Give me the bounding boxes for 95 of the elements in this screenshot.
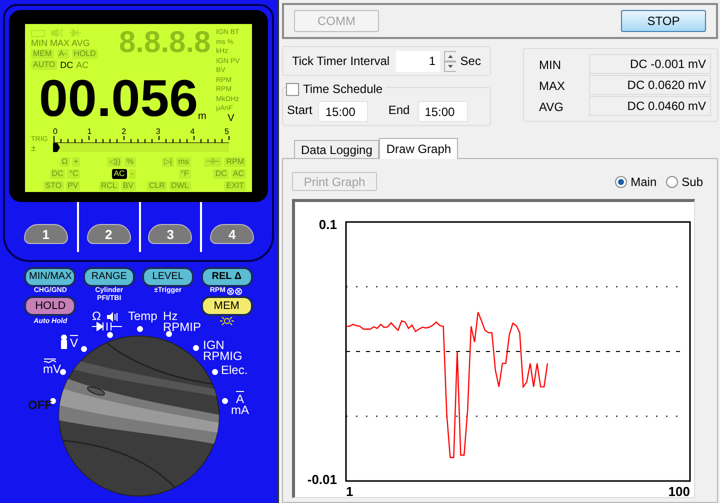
radio-label: Sub (682, 174, 703, 190)
start-time-field[interactable]: 15:00 (318, 101, 368, 122)
stat-value: DC -0.001 mV (589, 54, 711, 74)
lcd-segment: MEM (31, 49, 54, 59)
function-key[interactable]: MIN/MAX (24, 267, 76, 287)
function-key[interactable]: MEM (200, 296, 253, 316)
tab[interactable]: Draw Graph (379, 138, 458, 159)
unit-label: Sec (460, 53, 481, 70)
radio-button[interactable] (614, 176, 627, 188)
lcd-indicator: MIN MAX AVG (31, 38, 90, 48)
tab[interactable]: Data Logging (294, 140, 380, 158)
lcd-segment: ◁)) (107, 157, 122, 167)
plus-minus-label: ± (31, 144, 37, 153)
lcd-segment: RPM (224, 157, 246, 167)
scale-label: 4 (190, 128, 195, 136)
start-label: Start (287, 102, 312, 119)
dial-label: IGN (203, 340, 224, 351)
function-key[interactable]: RANGE (83, 267, 136, 287)
lcd-segment: PV (66, 181, 80, 191)
dial-label: Hz (163, 311, 178, 322)
spinner-buttons[interactable] (444, 50, 456, 72)
lcd-segment: BV (120, 181, 136, 191)
y-tick-label: -0.01 (307, 472, 337, 487)
dial-label: Temp (128, 311, 158, 322)
lcd-segment: AC (230, 169, 246, 179)
dial-label: RPMIP (163, 322, 202, 333)
ac-dc-icon (43, 358, 57, 364)
radio-label: Main (630, 174, 657, 190)
lcd-segment: - (128, 169, 136, 179)
lcd-segment: °F (178, 169, 191, 179)
lcd-indicator: DC (60, 60, 74, 70)
function-key[interactable]: LEVEL (142, 267, 194, 287)
timer-label: Tick Timer Interval (292, 53, 390, 70)
lcd-segment: ⊣⊢ (204, 157, 222, 167)
dial-label: V (70, 338, 78, 349)
lcd-segment: A- (56, 49, 69, 59)
scale-label: 0 (53, 128, 58, 136)
main-reading: 00.056 (39, 74, 198, 124)
lcd-segment: HOLD (72, 49, 98, 59)
probe-icon (60, 334, 68, 349)
x-tick-label: 100 (668, 484, 690, 499)
diode-icon (69, 28, 81, 36)
speaker-icon (106, 312, 118, 322)
lcd-indicator: AC (76, 60, 89, 70)
lcd-segment: °C (67, 169, 80, 179)
y-tick-label: 0.1 (318, 217, 337, 232)
lcd-segment: AUTO (31, 60, 58, 70)
dial-label: Ω (92, 311, 101, 322)
lcd-segment: DWL (168, 181, 191, 191)
stat-label: AVG (538, 99, 564, 116)
function-key[interactable]: HOLD (24, 296, 76, 316)
scale-label: 5 (224, 128, 229, 136)
scale-label: 1 (87, 128, 92, 136)
lcd-segment: + (72, 157, 80, 167)
schedule-label: Time Schedule (303, 81, 383, 98)
lcd-segment: EXIT (224, 181, 246, 191)
unit-prefix: m (198, 112, 206, 122)
secondary-digits: 8.8.8.8 (119, 28, 211, 60)
lcd-segment: ms (176, 157, 191, 167)
lcd-segment: CLR (146, 181, 167, 191)
end-time-field[interactable]: 15:00 (418, 101, 468, 122)
stat-value: DC 0.0620 mV (589, 75, 711, 95)
scale-label: 3 (156, 128, 160, 136)
dial-label: OFF (28, 400, 52, 411)
soft-key[interactable]: 1 (24, 224, 68, 244)
stat-label: MIN (538, 57, 562, 74)
lcd-segment: DC (213, 169, 229, 179)
radio-button[interactable] (666, 176, 678, 188)
soft-key[interactable]: 4 (210, 224, 254, 244)
lcd-segment: RCL (98, 181, 119, 191)
soft-key[interactable]: 3 (148, 224, 192, 244)
lcd-segment: DC (50, 169, 66, 179)
x-tick-label: 1 (346, 484, 354, 499)
scale-label: 2 (122, 128, 126, 136)
dial-label: mV (43, 364, 61, 375)
unit-label: V (228, 114, 234, 124)
lcd-segment: ▷| (162, 157, 174, 167)
lcd-segment: % (124, 157, 136, 167)
soft-key[interactable]: 2 (86, 224, 131, 244)
lcd-segment: Ω (60, 157, 70, 167)
lcd-segment: AC (112, 169, 127, 179)
schedule-checkbox[interactable] (286, 82, 299, 96)
dial-label: A (236, 394, 244, 405)
interval-field[interactable]: 1 (396, 50, 440, 72)
stat-label: MAX (538, 78, 566, 95)
function-key[interactable]: REL Δ (200, 267, 253, 287)
dial-label: mA (231, 405, 249, 416)
lamp-icon (220, 317, 234, 326)
dial-label: RPMIG (203, 351, 242, 362)
dial-label: Elec. (221, 365, 248, 376)
stat-value: DC 0.0460 mV (589, 96, 711, 116)
speaker-icon (51, 28, 63, 36)
end-label: End (388, 102, 410, 119)
stop-button[interactable]: STOP (621, 10, 706, 32)
lcd-segment: STO (43, 181, 64, 191)
